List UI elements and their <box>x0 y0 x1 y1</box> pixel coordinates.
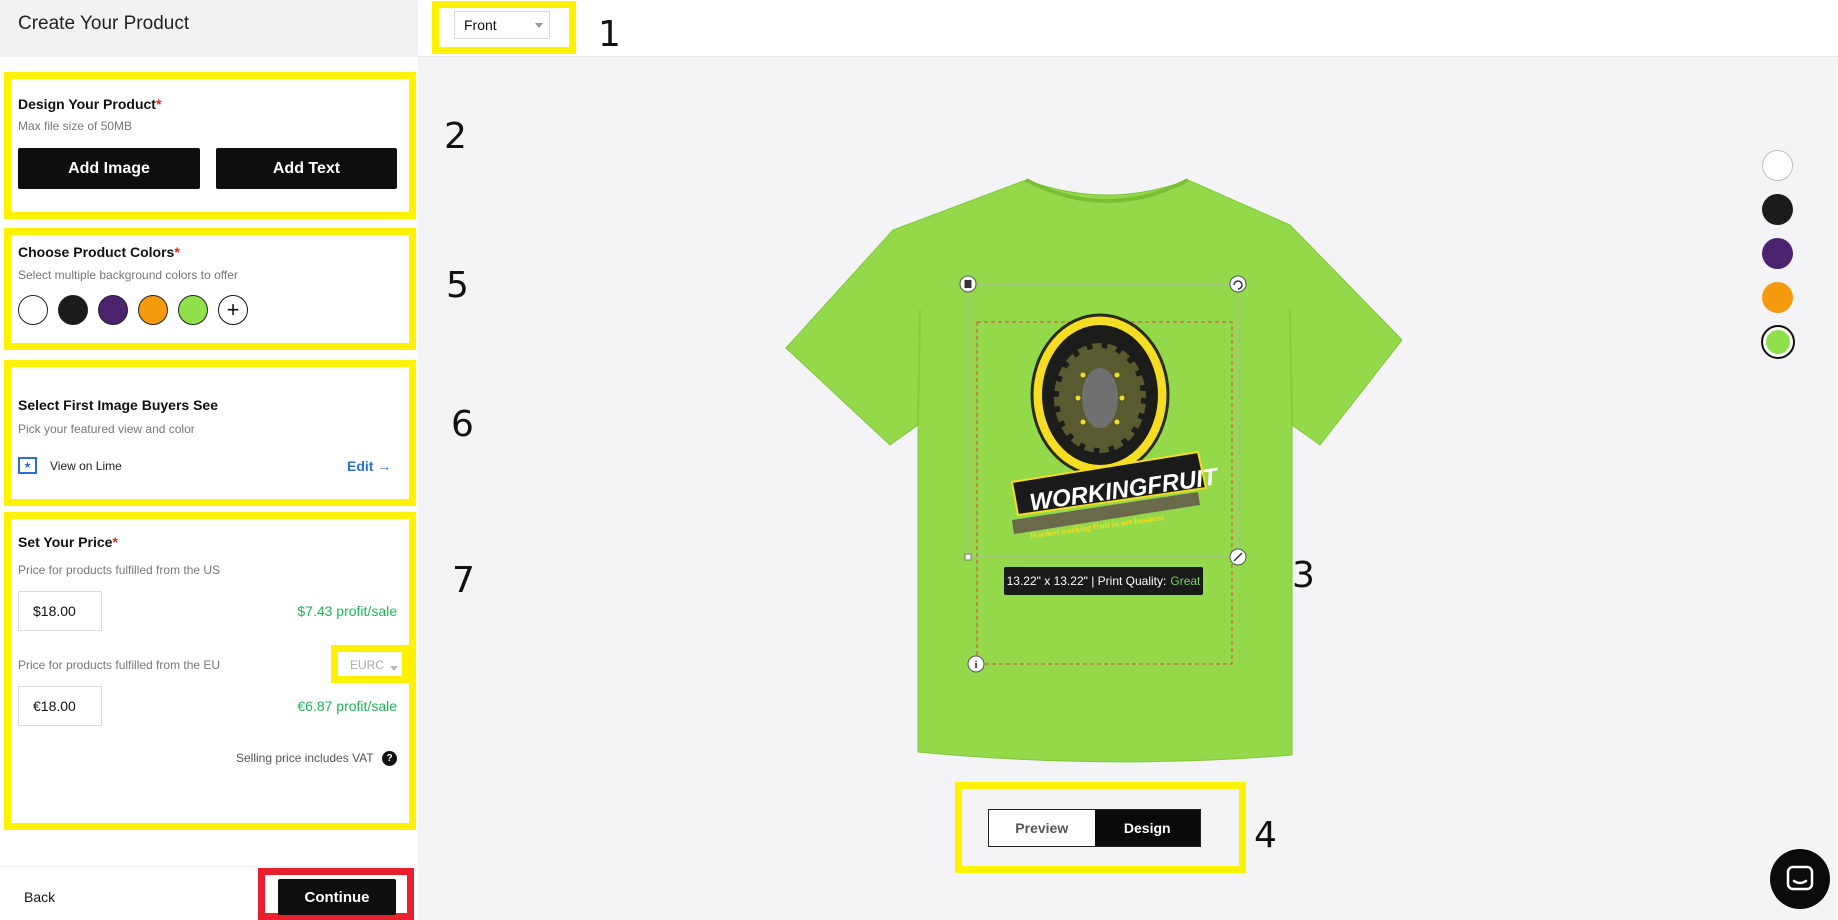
add-text-button[interactable]: Add Text <box>216 148 397 189</box>
eu-price-input[interactable]: €18.00 <box>18 686 102 726</box>
rotate-handle-icon[interactable] <box>1229 275 1247 293</box>
featured-section-subtitle: Pick your featured view and color <box>18 422 195 436</box>
topbar <box>418 0 1838 57</box>
chevron-down-icon <box>535 23 543 28</box>
annotation-number: 4 <box>1254 815 1277 856</box>
color-swatch-black[interactable] <box>58 295 88 325</box>
highlight-design-section <box>4 72 416 219</box>
right-swatch-lime-selected[interactable] <box>1761 325 1795 359</box>
chat-button[interactable] <box>1770 849 1830 909</box>
add-color-button[interactable]: + <box>218 295 248 325</box>
tshirt-canvas[interactable]: WORKINGFRUIT Hardest working fruit in ne… <box>780 170 1410 770</box>
vat-note: Selling price includes VAT <box>236 751 374 765</box>
resize-handle-icon[interactable] <box>1229 548 1247 566</box>
currency-select[interactable]: EURC <box>344 655 402 679</box>
svg-text:i: i <box>974 659 977 671</box>
required-asterisk: * <box>112 534 118 550</box>
view-toggle: Preview Design <box>988 809 1201 847</box>
info-icon[interactable]: i <box>967 655 985 673</box>
annotation-number: 5 <box>446 265 469 306</box>
design-title-text: Design Your Product <box>18 96 156 112</box>
color-swatch-orange[interactable] <box>138 295 168 325</box>
us-price-input[interactable]: $18.00 <box>18 591 102 631</box>
annotation-number: 1 <box>598 14 621 55</box>
view-select-value: Front <box>464 17 497 33</box>
right-swatch-black[interactable] <box>1762 194 1793 225</box>
colors-section-subtitle: Select multiple background colors to off… <box>18 268 238 282</box>
color-swatch-purple[interactable] <box>98 295 128 325</box>
annotation-number: 2 <box>444 116 467 157</box>
us-price-label: Price for products fulfilled from the US <box>18 563 221 577</box>
design-section-title: Design Your Product* <box>18 96 161 112</box>
delete-handle-icon[interactable] <box>959 275 977 293</box>
price-section-title: Set Your Price* <box>18 534 118 550</box>
annotation-number: 6 <box>451 404 474 445</box>
us-profit: $7.43 profit/sale <box>297 603 397 619</box>
design-section-subtitle: Max file size of 50MB <box>18 119 133 133</box>
preview-tab[interactable]: Preview <box>989 810 1095 846</box>
colors-title-text: Choose Product Colors <box>18 244 175 260</box>
eu-profit: €6.87 profit/sale <box>297 698 397 714</box>
print-quality-tag: 13.22" x 13.22" | Print Quality: Great <box>1004 567 1203 595</box>
add-image-button[interactable]: Add Image <box>18 148 200 189</box>
chevron-down-icon <box>390 666 398 671</box>
eu-price-label: Price for products fulfilled from the EU <box>18 658 221 672</box>
required-asterisk: * <box>155 96 162 112</box>
edit-featured-link[interactable]: Edit → <box>347 458 391 474</box>
annotation-number: 7 <box>452 560 475 601</box>
featured-view-icon: ★ <box>18 457 37 474</box>
print-quality: Great <box>1170 574 1201 588</box>
color-swatch-lime[interactable] <box>178 295 208 325</box>
page-title: Create Your Product <box>18 13 190 34</box>
right-swatch-purple[interactable] <box>1762 238 1793 269</box>
print-size: 13.22" x 13.22" | Print Quality: <box>1006 574 1167 588</box>
chat-icon <box>1786 865 1814 891</box>
featured-view-label: View on Lime <box>50 459 122 473</box>
back-button[interactable]: Back <box>24 889 55 905</box>
design-tab[interactable]: Design <box>1094 810 1200 846</box>
colors-section-title: Choose Product Colors* <box>18 244 180 260</box>
sidebar-header: Create Your Product <box>0 0 418 57</box>
corner-handle[interactable] <box>964 553 972 561</box>
right-swatch-orange[interactable] <box>1762 282 1793 313</box>
help-icon[interactable]: ? <box>382 751 397 766</box>
view-select[interactable]: Front <box>454 11 550 39</box>
right-swatch-white[interactable] <box>1762 150 1793 181</box>
price-title-text: Set Your Price <box>18 534 113 550</box>
required-asterisk: * <box>174 244 180 260</box>
color-swatch-white[interactable] <box>18 295 48 325</box>
featured-section-title: Select First Image Buyers See <box>18 397 218 413</box>
continue-button[interactable]: Continue <box>278 879 396 915</box>
currency-value: EURC <box>350 658 385 672</box>
